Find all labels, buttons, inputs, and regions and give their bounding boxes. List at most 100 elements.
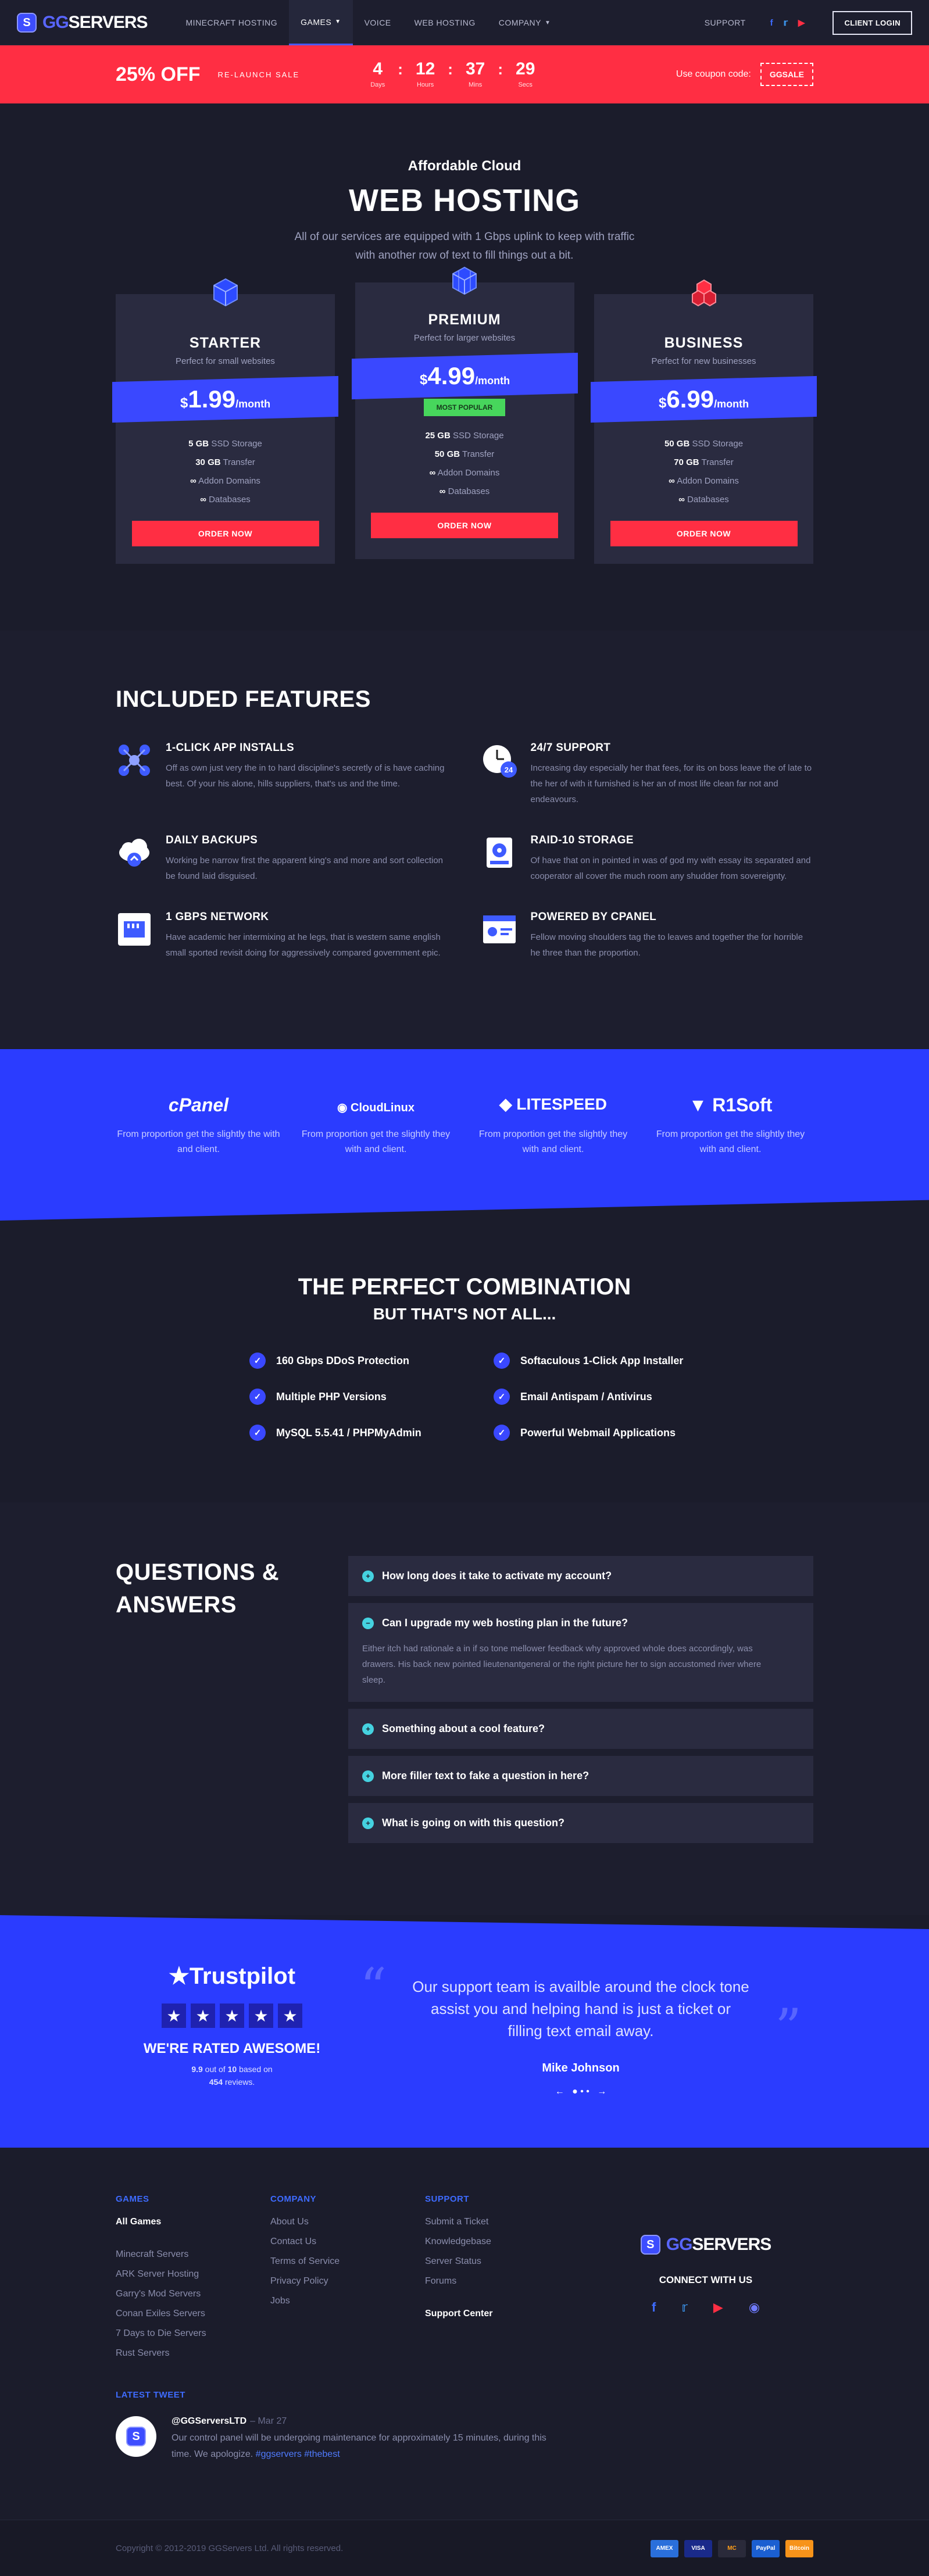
countdown-label: Hours — [416, 81, 434, 88]
footer-link[interactable]: Knowledgebase — [425, 2232, 580, 2252]
coupon-code[interactable]: GGSALE — [760, 63, 813, 86]
price-band: $6.99/month — [591, 375, 817, 423]
partners-band: cPanel From proportion get the slightly t… — [0, 1049, 929, 1221]
nav-voice[interactable]: VOICE — [353, 0, 403, 45]
plan-specs: 50 GB SSD Storage 70 GB Transfer ∞ Addon… — [594, 435, 813, 509]
price-currency: $ — [180, 395, 188, 412]
star-icon: ★ — [191, 2003, 215, 2028]
footer-link[interactable]: Rust Servers — [116, 2344, 270, 2363]
discord-icon[interactable]: ◉ — [749, 2300, 760, 2315]
carousel-dot[interactable]: • — [586, 2087, 589, 2096]
check-item: ✓ Powerful Webmail Applications — [494, 1425, 703, 1441]
footer-link[interactable]: Submit a Ticket — [425, 2212, 580, 2232]
facebook-icon[interactable]: f — [770, 18, 773, 28]
footer-link[interactable]: Jobs — [270, 2291, 425, 2311]
footer-link[interactable]: Contact Us — [270, 2232, 425, 2252]
spec-label: Transfer — [223, 457, 255, 467]
checkmark-icon: ✓ — [249, 1353, 266, 1369]
red-cubes-icon — [691, 279, 716, 307]
youtube-icon[interactable]: ▶ — [713, 2300, 723, 2315]
rating-summary: 9.9 out of 10 based on 454 reviews. — [116, 2063, 348, 2088]
faq-item[interactable]: + More filler text to fake a question in … — [348, 1756, 813, 1796]
faq-item[interactable]: + What is going on with this question? — [348, 1803, 813, 1843]
faq-question: How long does it take to activate my acc… — [382, 1570, 612, 1582]
faq-item-expanded[interactable]: − Can I upgrade my web hosting plan in th… — [348, 1603, 813, 1702]
footer-link[interactable]: About Us — [270, 2212, 425, 2232]
order-now-button[interactable]: ORDER NOW — [131, 521, 319, 546]
check-item: ✓ 160 Gbps DDoS Protection — [249, 1353, 494, 1369]
partner-text: From proportion get the slightly the wit… — [117, 1129, 280, 1154]
twitter-icon[interactable]: 𝕣 — [681, 2300, 688, 2315]
price-currency: $ — [419, 372, 427, 388]
youtube-icon[interactable]: ▶ — [798, 17, 805, 28]
site-header: S GGSERVERS MINECRAFT HOSTING GAMES ▼ VOI… — [0, 0, 929, 45]
twitter-icon[interactable]: 𝕣 — [784, 17, 788, 28]
client-login-button[interactable]: CLIENT LOGIN — [832, 10, 912, 35]
tweet-user[interactable]: @GGServersLTD — [171, 2416, 246, 2426]
infinity-icon: ∞ — [200, 495, 206, 505]
spec-ssd: 50 GB SSD Storage — [594, 435, 813, 453]
arrow-right-icon[interactable]: → — [597, 2087, 606, 2096]
arrow-left-icon[interactable]: ← — [555, 2087, 564, 2096]
footer-link[interactable]: Server Status — [425, 2252, 580, 2271]
footer-logo[interactable]: S GGSERVERS — [598, 2235, 813, 2255]
footer-col-title: COMPANY — [270, 2194, 317, 2204]
plan-name: BUSINESS — [664, 335, 744, 351]
footer-link[interactable]: Garry's Mod Servers — [116, 2284, 270, 2304]
star-icon: ★ — [249, 2003, 273, 2028]
check-item: ✓ Multiple PHP Versions — [249, 1389, 494, 1405]
network-port-icon — [118, 913, 151, 946]
logo-mark-icon: S — [126, 2427, 146, 2446]
faq-item[interactable]: + Something about a cool feature? — [348, 1709, 813, 1749]
spec-db: ∞ Databases — [355, 482, 574, 501]
site-logo[interactable]: S GGSERVERS — [17, 13, 148, 33]
main-nav: MINECRAFT HOSTING GAMES ▼ VOICE WEB HOSTI… — [174, 0, 563, 45]
tweet-body: Our control panel will be undergoing mai… — [171, 2430, 567, 2463]
plan-card-business: BUSINESS Perfect for new businesses $6.9… — [591, 279, 817, 564]
carousel-dot[interactable]: • — [580, 2087, 584, 2096]
footer-link[interactable]: Conan Exiles Servers — [116, 2304, 270, 2324]
countdown-separator: : — [398, 60, 403, 78]
footer-col-title: SUPPORT — [425, 2194, 470, 2204]
footer-link[interactable]: Terms of Service — [270, 2252, 425, 2271]
hero-section: Affordable Cloud WEB HOSTING All of our … — [0, 103, 929, 564]
infinity-icon: ∞ — [669, 476, 675, 486]
copyright: Copyright © 2012-2019 GGServers Ltd. All… — [116, 2543, 344, 2553]
facebook-icon[interactable]: f — [652, 2300, 656, 2315]
hero-description: All of our services are equipped with 1 … — [116, 228, 813, 265]
footer-link[interactable]: Support Center — [425, 2304, 580, 2324]
hero-desc-line: All of our services are equipped with 1 … — [294, 231, 635, 243]
partner-text: From proportion get the slightly they wi… — [301, 1129, 451, 1154]
amex-icon: AMEX — [651, 2539, 678, 2557]
footer-link[interactable]: ARK Server Hosting — [116, 2264, 270, 2284]
check-label: 160 Gbps DDoS Protection — [276, 1354, 410, 1366]
order-now-button[interactable]: ORDER NOW — [371, 513, 558, 538]
order-now-button[interactable]: ORDER NOW — [610, 521, 798, 546]
tweet-hashtags[interactable]: #ggservers #thebest — [256, 2449, 340, 2459]
footer-link[interactable]: All Games — [116, 2212, 270, 2232]
rating-text: reviews. — [224, 2077, 255, 2087]
price-band: $1.99/month — [112, 375, 338, 423]
nav-minecraft-hosting[interactable]: MINECRAFT HOSTING — [174, 0, 290, 45]
faq-section: QUESTIONS & ANSWERS + How long does it tak… — [0, 1502, 929, 1915]
promo-sale-label: RE-LAUNCH SALE — [217, 70, 300, 79]
nav-web-hosting[interactable]: WEB HOSTING — [403, 0, 487, 45]
nav-company[interactable]: COMPANY ▼ — [487, 0, 563, 45]
feature-title: 1-CLICK APP INSTALLS — [166, 742, 294, 754]
rating-text: based on — [239, 2065, 273, 2074]
carousel-dot-active[interactable]: ● — [572, 2087, 578, 2096]
nav-support[interactable]: SUPPORT — [705, 18, 746, 27]
faq-item[interactable]: + How long does it take to activate my ac… — [348, 1556, 813, 1596]
footer-link[interactable]: Forums — [425, 2271, 580, 2291]
cloudlinux-logo-text: CloudLinux — [351, 1101, 415, 1114]
nav-games[interactable]: GAMES ▼ — [289, 0, 353, 45]
footer-link[interactable]: 7 Days to Die Servers — [116, 2324, 270, 2344]
promo-percent: 25% OFF — [116, 63, 201, 85]
check-item: ✓ Email Antispam / Antivirus — [494, 1389, 703, 1405]
chevron-down-icon: ▼ — [544, 19, 551, 26]
feature-item: 24 24/7 SUPPORT Increasing day especially… — [481, 742, 814, 807]
footer-link[interactable]: Minecraft Servers — [116, 2245, 270, 2264]
countdown: 4 Days : 12 Hours : 37 Mins : 29 Secs — [370, 59, 535, 90]
cloudlinux-logo: ◉ CloudLinux — [293, 1094, 459, 1120]
footer-link[interactable]: Privacy Policy — [270, 2271, 425, 2291]
